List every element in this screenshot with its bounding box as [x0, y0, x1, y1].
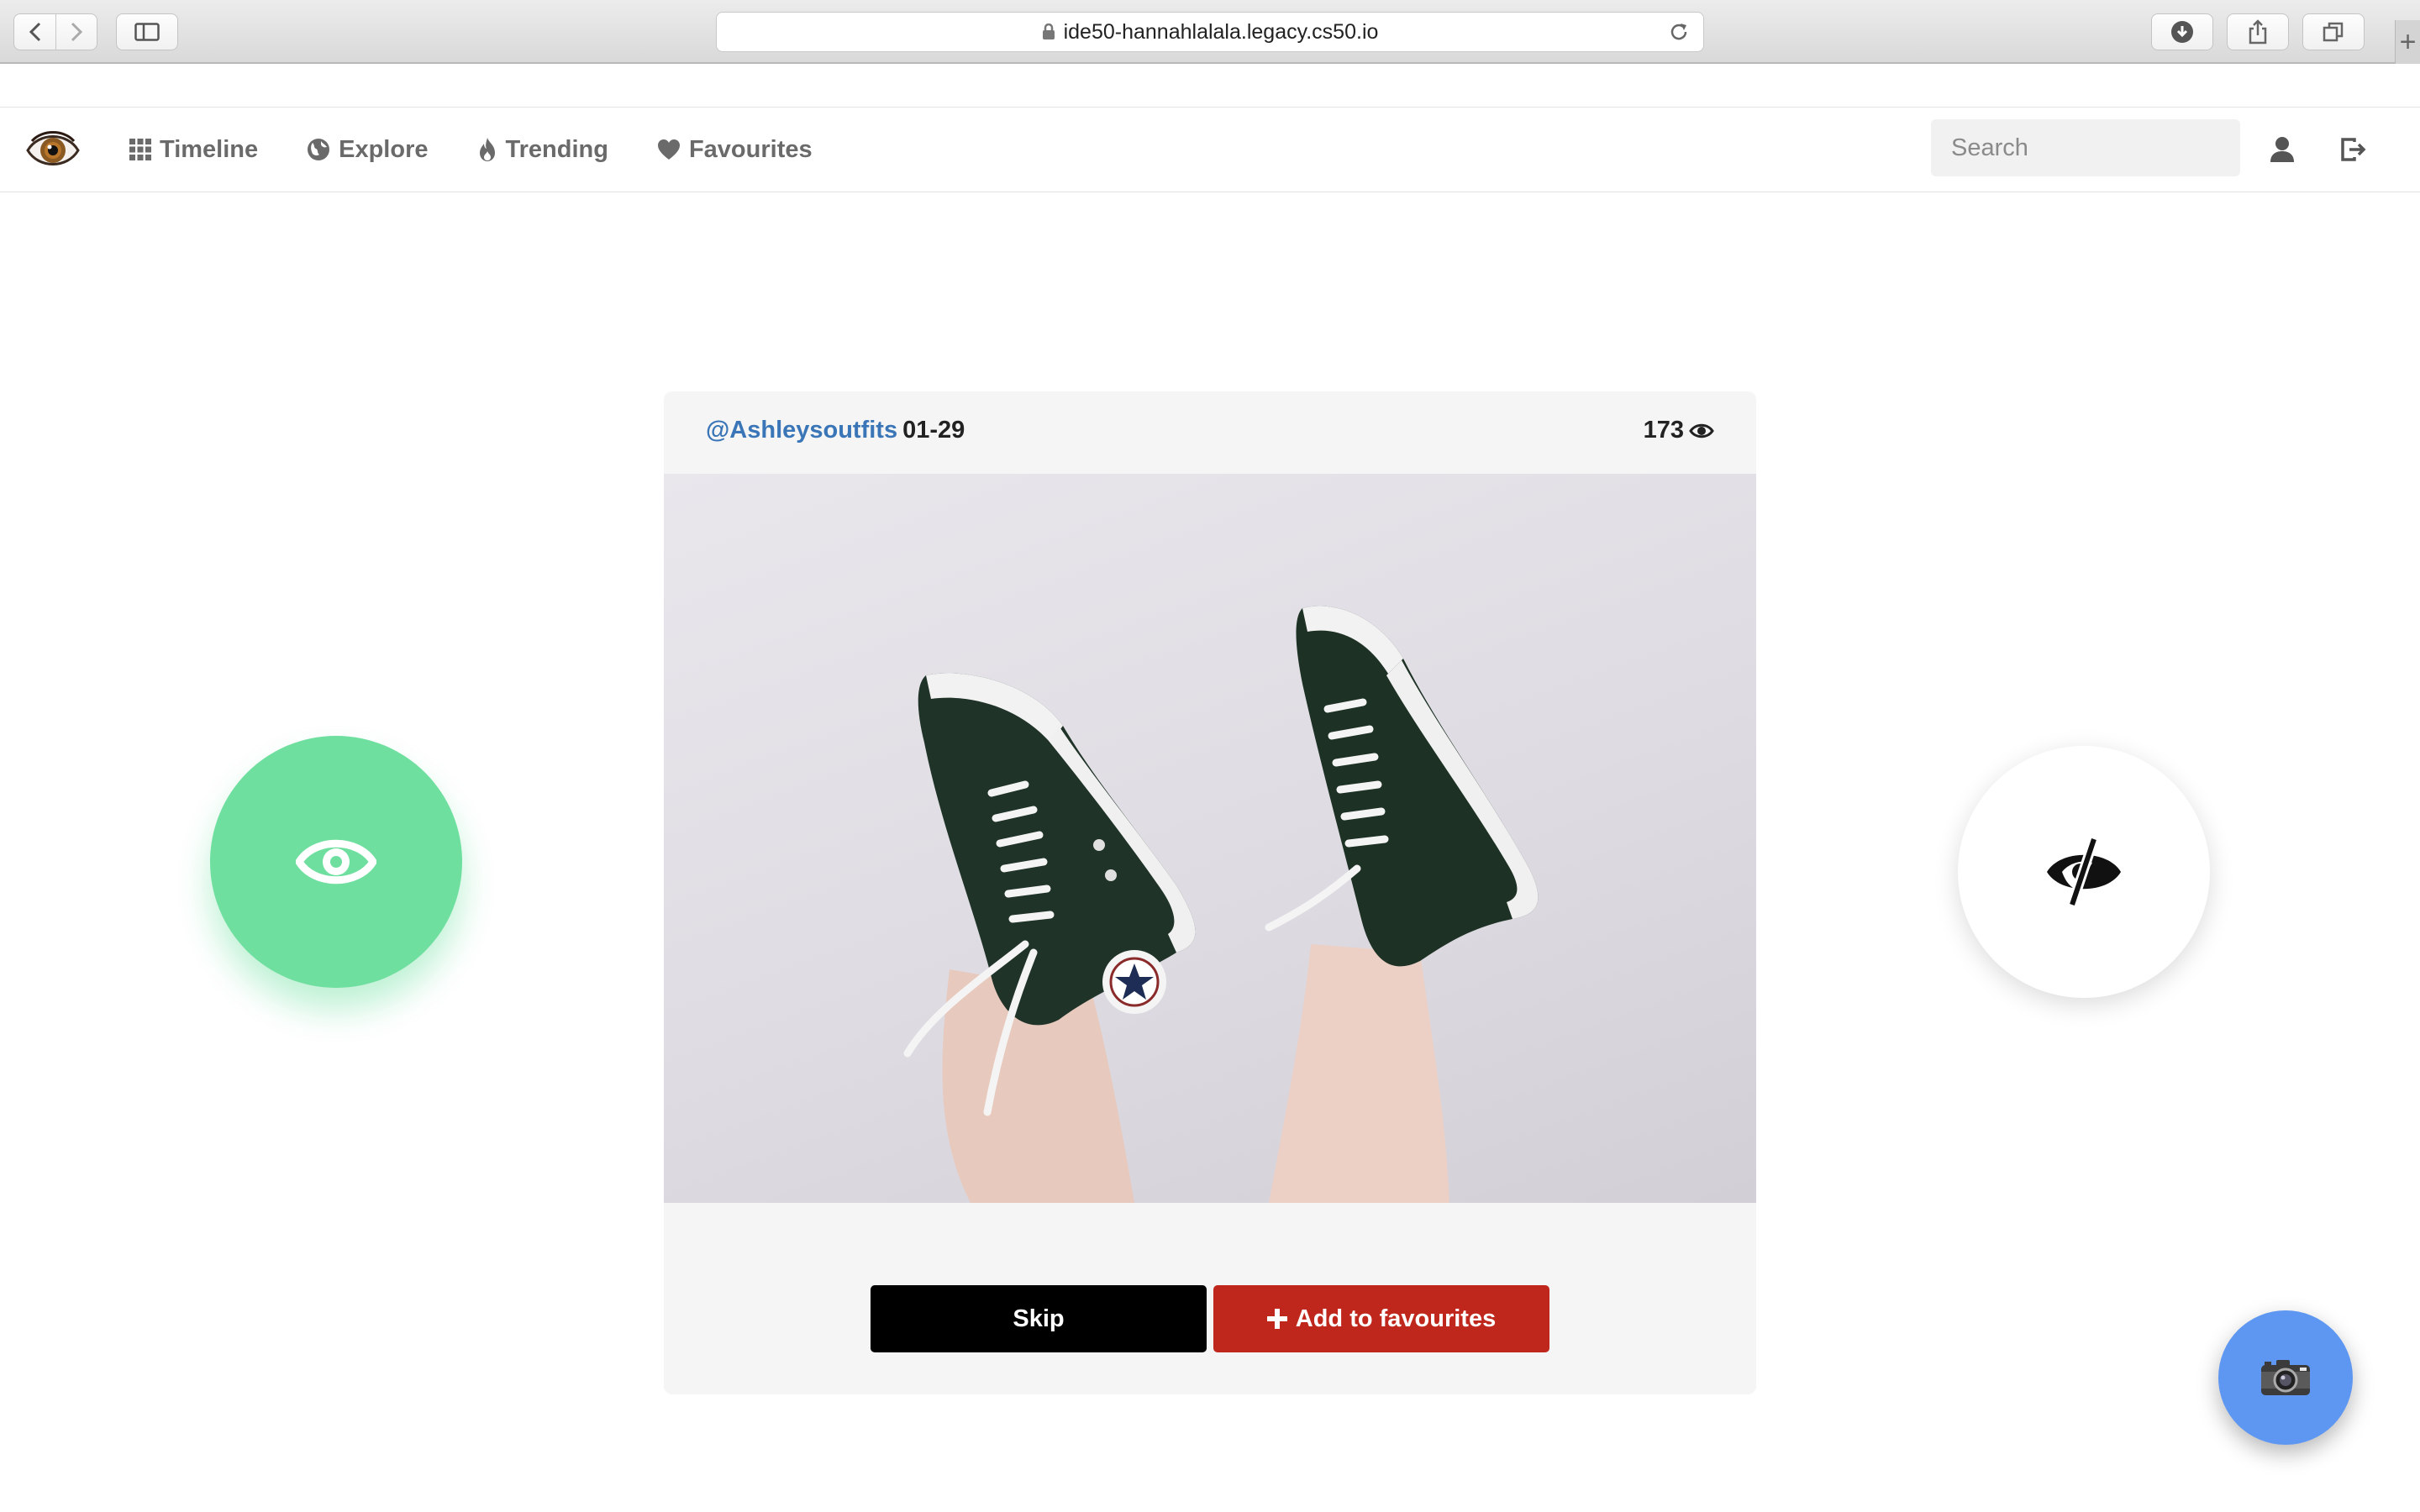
chevron-left-icon [29, 22, 40, 42]
new-tab-button[interactable]: + [2395, 20, 2420, 64]
profile-button[interactable] [2265, 133, 2299, 166]
author-link[interactable]: @Ashleysoutfits [706, 417, 897, 444]
nav-label-explore: Explore [339, 135, 429, 163]
right-leg [1269, 944, 1449, 1203]
search-input[interactable] [1931, 119, 2240, 176]
eye-small-icon [1689, 423, 1714, 438]
nav-item-timeline[interactable]: Timeline [129, 136, 258, 164]
chevron-right-icon [71, 22, 83, 42]
post-header: @Ashleysoutfits 01-29 173 [664, 391, 1756, 474]
globe-icon [308, 139, 330, 160]
eye-logo-icon[interactable] [25, 124, 81, 176]
skip-button[interactable]: Skip [871, 1285, 1207, 1352]
primary-nav: Timeline Explore Trending Favourites [129, 108, 861, 192]
address-bar[interactable]: ide50-hannahlalala.legacy.cs50.io [716, 12, 1704, 52]
heart-icon [657, 139, 680, 160]
post-date: 01-29 [902, 417, 965, 444]
eye-icon [296, 839, 376, 885]
fire-icon [479, 138, 495, 161]
sneakers-illustration [903, 606, 1539, 1203]
reload-icon[interactable] [1668, 21, 1690, 43]
nav-label-timeline: Timeline [160, 135, 259, 163]
forward-button[interactable] [55, 14, 97, 50]
user-icon [2270, 137, 2294, 162]
unsee-button[interactable] [1958, 746, 2210, 998]
logout-icon [2341, 138, 2366, 161]
lock-icon [1042, 24, 1055, 39]
browser-toolbar: ide50-hannahlalala.legacy.cs50.io + [0, 0, 2420, 64]
logout-button[interactable] [2338, 133, 2371, 166]
add-to-favourites-button[interactable]: Add to favourites [1213, 1285, 1549, 1352]
nav-label-favourites: Favourites [688, 135, 813, 163]
app-navbar: Timeline Explore Trending Favourites [0, 107, 2420, 192]
nav-item-favourites[interactable]: Favourites [657, 136, 813, 164]
post-actions: Skip Add to favourites [871, 1285, 1549, 1352]
back-button[interactable] [14, 14, 55, 50]
see-button[interactable] [210, 736, 462, 988]
sidebar-icon [134, 23, 160, 41]
post-image [664, 474, 1756, 1203]
plus-icon [1266, 1309, 1287, 1329]
favourite-label: Add to favourites [1295, 1305, 1497, 1332]
downloads-button[interactable] [2151, 13, 2213, 50]
eye-slash-icon [2047, 837, 2121, 906]
nav-item-explore[interactable]: Explore [307, 135, 429, 164]
nav-item-trending[interactable]: Trending [477, 136, 608, 164]
tabs-button[interactable] [2302, 13, 2365, 50]
camera-icon [2261, 1360, 2310, 1395]
post-meta: @Ashleysoutfits 01-29 [706, 417, 965, 444]
view-count-value: 173 [1643, 417, 1684, 444]
view-count: 173 [1644, 417, 1714, 444]
nav-label-trending: Trending [505, 135, 608, 163]
skip-label: Skip [1013, 1305, 1065, 1332]
share-button[interactable] [2227, 13, 2289, 50]
history-nav [13, 13, 97, 50]
right-sneaker [1265, 606, 1539, 967]
sidebar-button[interactable] [116, 13, 178, 50]
url-text: ide50-hannahlalala.legacy.cs50.io [1063, 19, 1379, 44]
tabs-overview-icon [2323, 22, 2344, 42]
download-icon [2171, 21, 2193, 43]
post-card: @Ashleysoutfits 01-29 173 Skip Add to fa… [664, 391, 1756, 1394]
grid-icon [129, 139, 151, 160]
share-icon [2249, 19, 2267, 45]
upload-photo-button[interactable] [2218, 1310, 2353, 1445]
